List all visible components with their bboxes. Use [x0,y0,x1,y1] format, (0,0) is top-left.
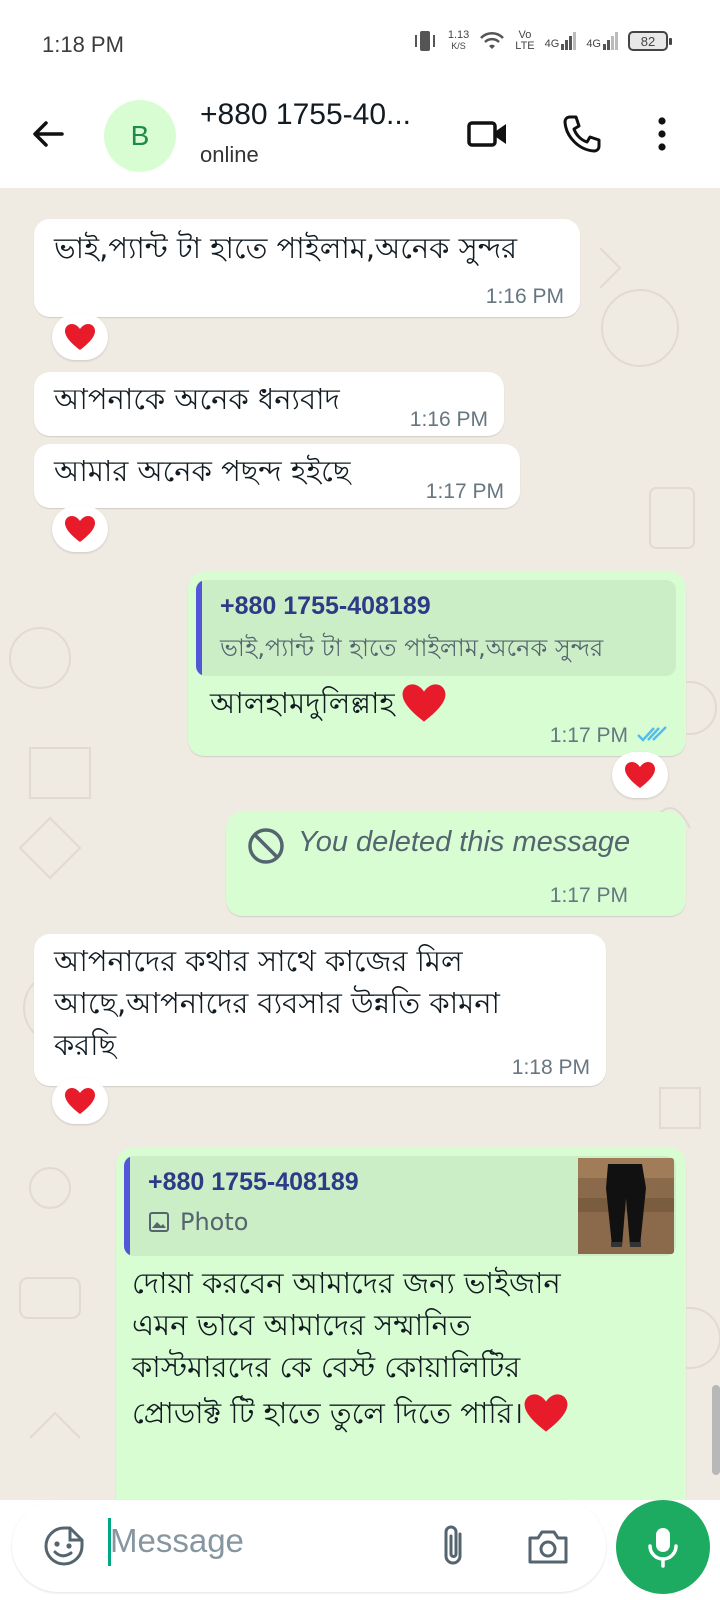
video-call-icon[interactable] [466,112,510,156]
outgoing-message[interactable]: +880 1755-408189 ভাই,প্যান্ট টা হাতে পাই… [188,572,686,756]
avatar[interactable]: B [104,100,176,172]
quote-sender: +880 1755-408189 [148,1168,359,1196]
incoming-message[interactable]: আপনাদের কথার সাথে কাজের মিল আছে,আপনাদের … [34,934,606,1086]
message-text-line: এমন ভাবে আমাদের সম্মানিত [132,1308,471,1342]
quoted-photo-message[interactable]: +880 1755-408189 Photo [124,1156,676,1256]
red-heart-icon [524,1394,568,1432]
message-input[interactable]: Message [110,1522,244,1560]
contact-name[interactable]: +880 1755-40... [200,98,411,132]
battery-indicator: 82 [628,31,672,51]
quote-accent-bar [196,580,202,676]
message-text-body: আলহামদুলিল্লাহ [210,686,395,720]
camera-icon[interactable] [526,1526,570,1566]
reaction-badge[interactable] [612,752,668,798]
red-heart-icon [65,324,95,350]
blocked-icon [248,828,284,864]
incoming-message[interactable]: আমার অনেক পছন্দ হইছে 1:17 PM [34,444,520,508]
message-text-body: প্রোডাক্ট টি হাতে তুলে দিতে পারি। [132,1396,523,1430]
incoming-message[interactable]: আপনাকে অনেক ধন্যবাদ 1:16 PM [34,372,504,436]
chat-header: B +880 1755-40... online [0,92,720,188]
message-text: ভাই,প্যান্ট টা হাতে পাইলাম,অনেক সুন্দর [54,231,518,265]
image-icon [149,1212,169,1232]
arrow-left-icon[interactable] [28,114,68,154]
quote-text: ভাই,প্যান্ট টা হাতে পাইলাম,অনেক সুন্দর [220,634,604,662]
voice-record-button[interactable] [616,1500,710,1594]
scrollbar-thumb[interactable] [712,1385,720,1475]
red-heart-icon [625,762,655,788]
contact-status: online [200,142,259,167]
wifi-icon [480,31,505,49]
message-text: আমার অনেক পছন্দ হইছে [54,454,351,488]
message-text: আপনাকে অনেক ধন্যবাদ [54,382,340,416]
red-heart-icon [65,516,95,542]
quote-text: Photo [148,1208,248,1236]
status-time: 1:18 PM [42,32,124,57]
sticker-smiley-icon[interactable] [42,1524,86,1568]
outgoing-message[interactable]: +880 1755-408189 Photo দোয়া করবেন আমাদে… [116,1148,686,1500]
message-text-line: প্রোডাক্ট টি হাতে তুলে দিতে পারি। [132,1392,569,1434]
phone-icon[interactable] [560,112,604,156]
message-time: 1:17 PM [549,724,628,747]
message-text-line: আপনাদের কথার সাথে কাজের মিল [54,944,463,978]
sim2-network-type: 4G [586,38,601,50]
vibrate-icon [414,31,435,51]
sim1-network-type: 4G [544,38,560,50]
message-composer: Message [0,1500,720,1600]
message-time: 1:16 PM [409,408,488,431]
photo-thumbnail[interactable] [578,1158,674,1254]
network-speed-unit: K/S [451,41,466,51]
quoted-message[interactable]: +880 1755-408189 ভাই,প্যান্ট টা হাতে পাই… [196,580,676,676]
message-time: 1:18 PM [511,1056,590,1079]
network-speed: 1.13 K/S [448,30,469,52]
reaction-badge[interactable] [52,314,108,360]
volte-indicator: Vo LTE [515,30,534,52]
more-vert-icon[interactable] [640,112,684,156]
quote-accent-bar [124,1156,130,1256]
incoming-message[interactable]: ভাই,প্যান্ট টা হাতে পাইলাম,অনেক সুন্দর 1… [34,219,580,317]
message-text-line: আছে,আপনাদের ব্যবসার উন্নতি কামনা [54,986,500,1020]
message-text: আলহামদুলিল্লাহ [210,682,447,724]
network-speed-value: 1.13 [447,29,470,41]
message-text-line: দোয়া করবেন আমাদের জন্য ভাইজান [132,1266,561,1300]
sim1-signal: 4G [545,32,577,50]
sim2-signal: 4G [586,32,618,50]
chat-area[interactable]: ভাই,প্যান্ট টা হাতে পাইলাম,অনেক সুন্দর 1… [0,188,720,1500]
battery-level: 82 [640,33,656,49]
reaction-badge[interactable] [52,1078,108,1124]
message-text-line: করছি [54,1028,117,1062]
message-time: 1:16 PM [485,285,564,308]
message-time: 1:17 PM [549,884,628,907]
outgoing-deleted-message[interactable]: You deleted this message 1:17 PM [226,812,686,916]
avatar-letter: B [130,120,150,151]
double-check-read-icon [637,726,667,742]
message-text-line: কাস্টমারদের কে বেস্ট কোয়ালিটির [132,1350,521,1384]
quote-photo-label: Photo [180,1208,249,1236]
message-time: 1:17 PM [425,480,504,503]
status-bar: 1:18 PM 1.13 K/S Vo LTE 4G 4G 82 [0,0,720,92]
paperclip-icon[interactable] [434,1522,474,1570]
volte-bottom: LTE [515,40,535,52]
message-input-container[interactable]: Message [12,1500,606,1592]
signal-bars-icon [561,32,577,50]
status-icons: 1.13 K/S Vo LTE 4G 4G 82 [412,30,672,52]
red-heart-icon [65,1088,95,1114]
deleted-message-text: You deleted this message [298,826,631,858]
red-heart-icon [402,684,446,722]
microphone-icon [648,1528,678,1568]
signal-bars-icon [603,32,618,50]
reaction-badge[interactable] [52,506,108,552]
quote-sender: +880 1755-408189 [220,592,431,620]
